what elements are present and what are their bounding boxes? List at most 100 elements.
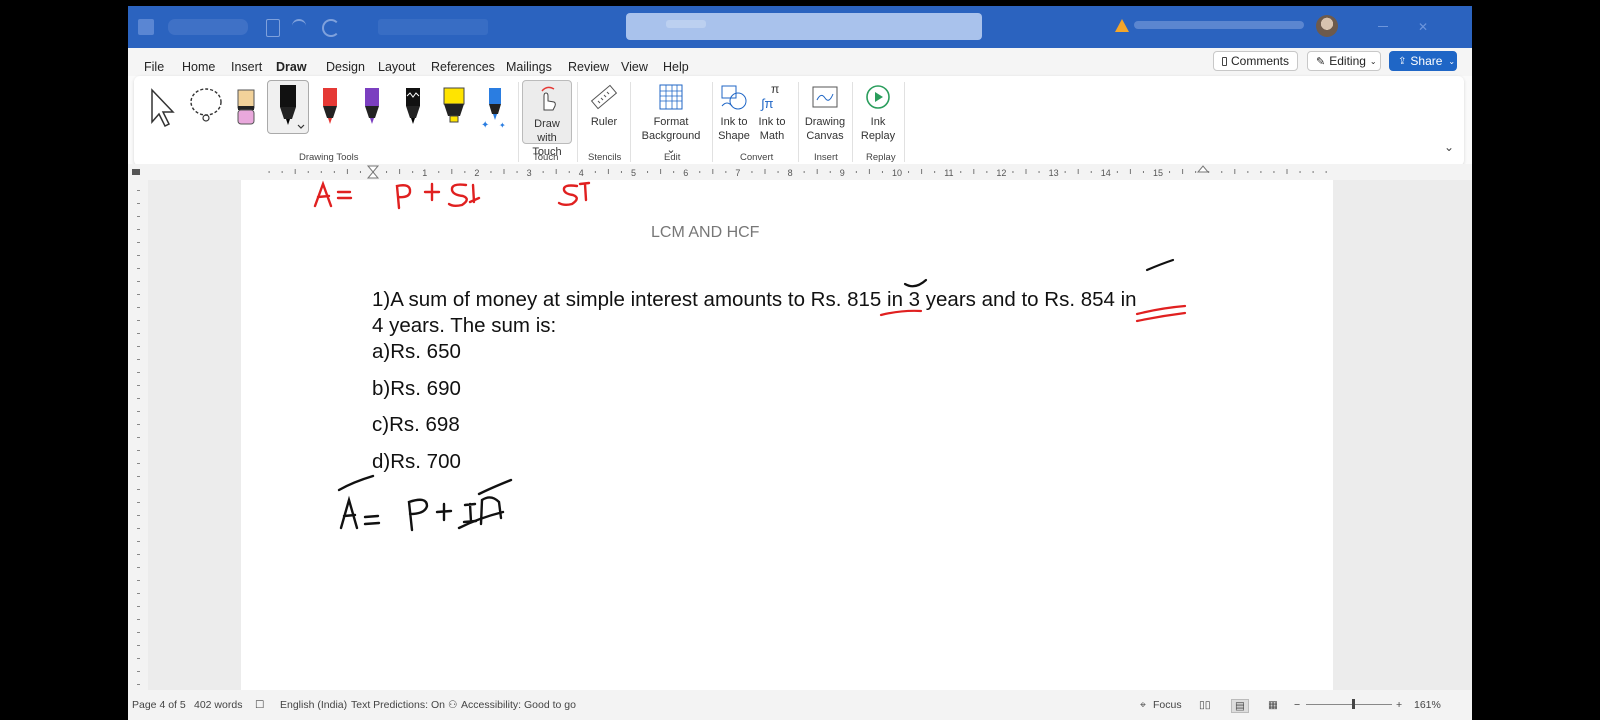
ink-to-math-button[interactable]: π ∫π Ink to Math [754, 82, 790, 143]
ruler-tick [137, 229, 140, 230]
ruler-tick [568, 171, 570, 173]
page-count[interactable]: Page 4 of 5 [132, 699, 186, 711]
ink-annotations[interactable] [241, 180, 1333, 690]
collapse-ribbon-icon[interactable]: ⌄ [1444, 140, 1454, 154]
web-layout-icon[interactable]: ▦ [1268, 699, 1278, 711]
divider [518, 82, 519, 162]
group-stencils: Stencils [588, 152, 622, 163]
ruler-tick [137, 242, 140, 243]
share-button[interactable]: ⇪ Share ⌄ [1389, 51, 1457, 71]
word-count[interactable]: 402 words [194, 699, 242, 711]
ruler-tick [137, 437, 140, 438]
search-input[interactable] [626, 13, 982, 40]
zoom-out-icon[interactable]: − [1294, 699, 1300, 711]
lasso-select-icon[interactable] [186, 84, 226, 132]
warning-icon[interactable] [1115, 19, 1129, 32]
ruler-tick [986, 171, 988, 173]
zoom-level[interactable]: 161% [1414, 699, 1441, 711]
focus-icon[interactable]: ⌖ [1140, 699, 1146, 712]
ink-mark-815[interactable] [879, 278, 928, 317]
zoom-slider[interactable] [1306, 704, 1392, 705]
ruler-tick [137, 489, 140, 490]
divider [630, 82, 631, 162]
comments-button[interactable]: Comments [1213, 51, 1298, 71]
status-bar: Page 4 of 5 402 words ☐ English (India) … [128, 690, 1472, 720]
ruler-icon [590, 84, 618, 110]
yellow-highlighter-icon[interactable] [434, 84, 474, 132]
ruler-tick [490, 171, 492, 173]
black-pen-selected[interactable] [267, 80, 309, 134]
account-name[interactable] [1134, 20, 1304, 32]
ink-formula-black[interactable] [337, 474, 513, 532]
tab-insert[interactable]: Insert [231, 60, 262, 74]
proofing-icon[interactable]: ☐ [255, 699, 264, 711]
read-mode-icon[interactable]: ▯▯ [1199, 699, 1211, 711]
ruler-tick [868, 169, 870, 174]
tab-references[interactable]: References [431, 60, 495, 74]
ink-to-shape-button[interactable]: Ink to Shape [716, 82, 752, 143]
ink-replay-label: Ink Replay [860, 116, 896, 142]
ruler-number: 8 [788, 168, 793, 178]
ink-replay-button[interactable]: Ink Replay [858, 82, 898, 143]
ruler-tick [137, 268, 140, 269]
vertical-ruler[interactable] [128, 180, 148, 690]
red-pen-icon[interactable] [310, 84, 350, 132]
autosave-toggle[interactable] [168, 19, 248, 35]
ruler-tick [399, 169, 401, 174]
ruler-tick [137, 372, 140, 373]
ruler-tick [1221, 171, 1223, 173]
close-icon[interactable]: ✕ [1418, 20, 1428, 34]
tab-design[interactable]: Design [326, 60, 365, 74]
ruler-tick [516, 171, 518, 173]
black-pen-icon [280, 85, 305, 129]
ruler-tick [137, 398, 140, 399]
horizontal-ruler[interactable]: 1 2 3 4 5 6 7 8 9 10 11 12 13 14 15 [128, 164, 1472, 180]
ruler-tick [137, 541, 140, 542]
focus-button[interactable]: Focus [1153, 699, 1182, 711]
ruler-button[interactable]: Ruler [584, 82, 624, 129]
ruler-tick [137, 203, 140, 204]
ink-to-shape-label: Ink to Shape [718, 116, 750, 142]
format-background-label: Format Background ⌄ [641, 116, 701, 156]
ink-formula-red[interactable] [313, 180, 591, 210]
blue-effect-pen-icon[interactable]: ✦ ✦ [475, 84, 515, 132]
tab-file[interactable]: File [144, 60, 164, 74]
tab-review[interactable]: Review [568, 60, 609, 74]
accessibility-status[interactable]: Accessibility: Good to go [461, 699, 576, 711]
avatar[interactable] [1316, 15, 1338, 37]
tab-layout[interactable]: Layout [378, 60, 416, 74]
tab-home[interactable]: Home [182, 60, 215, 74]
drawing-canvas-button[interactable]: Drawing Canvas [802, 82, 848, 143]
redo-icon[interactable] [322, 19, 340, 37]
eraser-icon[interactable] [226, 84, 266, 132]
ink-to-shape-icon [721, 85, 747, 110]
ruler-tick [137, 606, 140, 607]
save-icon[interactable] [266, 19, 280, 37]
text-predictions-status[interactable]: Text Predictions: On [351, 699, 445, 711]
format-background-button[interactable]: Format Background ⌄ [636, 82, 706, 157]
ruler-tick [137, 528, 140, 529]
tab-draw[interactable]: Draw [276, 60, 307, 79]
ruler-tick [137, 619, 140, 620]
document-canvas[interactable]: LCM AND HCF 1)A sum of money at simple i… [148, 180, 1472, 690]
tab-help[interactable]: Help [663, 60, 689, 74]
document-page[interactable]: LCM AND HCF 1)A sum of money at simple i… [241, 180, 1333, 690]
black-textured-pen-icon[interactable] [393, 84, 433, 132]
document-name [378, 19, 488, 35]
language-status[interactable]: English (India) [280, 699, 347, 711]
ruler-tick [855, 171, 857, 173]
tab-mailings[interactable]: Mailings [506, 60, 552, 74]
print-layout-icon[interactable]: ▤ [1231, 699, 1249, 713]
select-pointer-icon[interactable] [144, 84, 184, 132]
zoom-slider-thumb[interactable] [1352, 699, 1355, 709]
minimize-icon[interactable] [1378, 26, 1388, 27]
ink-mark-854[interactable] [1135, 258, 1187, 323]
purple-pen-icon[interactable] [352, 84, 392, 132]
tab-view[interactable]: View [621, 60, 648, 74]
ruler-number: 3 [527, 168, 532, 178]
zoom-in-icon[interactable]: + [1396, 699, 1402, 711]
accessibility-icon[interactable]: ⚇ [448, 699, 457, 711]
draw-with-touch-button[interactable]: Draw with Touch [522, 80, 572, 158]
editing-mode-button[interactable]: ✎ Editing ⌄ [1307, 51, 1381, 71]
undo-icon[interactable] [292, 19, 306, 37]
